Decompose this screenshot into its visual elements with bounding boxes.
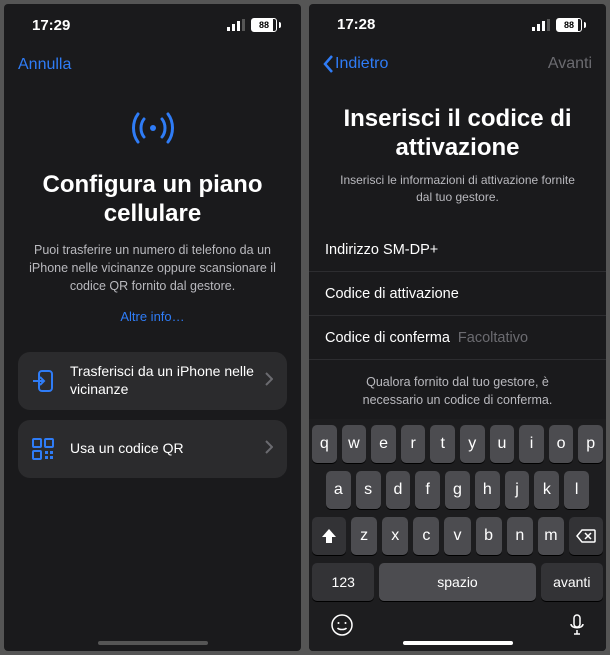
status-time: 17:28 (337, 16, 375, 33)
cellular-signal-icon (532, 19, 550, 31)
key-b[interactable]: b (476, 517, 502, 555)
chevron-right-icon (265, 372, 273, 389)
key-done[interactable]: avanti (541, 563, 603, 601)
page-title: Inserisci il codice di attivazione (309, 83, 606, 173)
page-subtitle: Inserisci le informazioni di attivazione… (309, 172, 606, 214)
chevron-left-icon (323, 55, 333, 73)
field-activation-code[interactable]: Codice di attivazione (309, 272, 606, 316)
emoji-icon (330, 613, 354, 637)
key-d[interactable]: d (386, 471, 411, 509)
form-footnote: Qualora fornito dal tuo gestore, è neces… (309, 360, 606, 419)
field-label: Codice di attivazione (325, 286, 459, 302)
field-placeholder: Facoltativo (458, 330, 528, 346)
key-a[interactable]: a (326, 471, 351, 509)
status-bar: 17:28 88 (309, 4, 606, 45)
option-transfer-from-iphone[interactable]: Trasferisci da un iPhone nelle vicinanze (18, 352, 287, 410)
shift-icon (321, 528, 337, 544)
key-t[interactable]: t (430, 425, 455, 463)
battery-icon: 88 (556, 18, 586, 32)
field-confirmation-code[interactable]: Codice di conferma Facoltativo (309, 316, 606, 360)
option-use-qr-code[interactable]: Usa un codice QR (18, 420, 287, 478)
status-time: 17:29 (32, 17, 70, 34)
key-o[interactable]: o (549, 425, 574, 463)
page-subtitle: Puoi trasferire un numero di telefono da… (22, 241, 283, 295)
more-info-link[interactable]: Altre info… (120, 309, 184, 324)
key-backspace[interactable] (569, 517, 603, 555)
key-m[interactable]: m (538, 517, 564, 555)
key-h[interactable]: h (475, 471, 500, 509)
option-label: Usa un codice QR (70, 440, 265, 458)
microphone-icon (569, 614, 585, 636)
chevron-right-icon (265, 440, 273, 457)
screen-configure-plan: 17:29 88 Annulla Configura un piano cell… (4, 4, 301, 651)
key-j[interactable]: j (505, 471, 530, 509)
key-c[interactable]: c (413, 517, 439, 555)
home-indicator[interactable] (98, 641, 208, 645)
home-indicator[interactable] (403, 641, 513, 645)
key-f[interactable]: f (415, 471, 440, 509)
key-r[interactable]: r (401, 425, 426, 463)
key-k[interactable]: k (534, 471, 559, 509)
emoji-button[interactable] (330, 613, 354, 643)
key-n[interactable]: n (507, 517, 533, 555)
key-numbers[interactable]: 123 (312, 563, 374, 601)
key-p[interactable]: p (578, 425, 603, 463)
transfer-icon (32, 369, 56, 393)
qr-code-icon (32, 438, 56, 460)
screen-enter-activation-code: 17:28 88 Indietro Avanti Inserisci il co… (309, 4, 606, 651)
backspace-icon (576, 529, 596, 543)
cancel-button[interactable]: Annulla (18, 56, 71, 74)
key-l[interactable]: l (564, 471, 589, 509)
battery-icon: 88 (251, 18, 281, 32)
cellular-antenna-icon (130, 108, 176, 153)
key-shift[interactable] (312, 517, 346, 555)
next-button[interactable]: Avanti (548, 55, 592, 73)
key-e[interactable]: e (371, 425, 396, 463)
page-title: Configura un piano cellulare (22, 171, 283, 229)
back-button[interactable]: Indietro (323, 55, 388, 73)
status-bar: 17:29 88 (4, 4, 301, 46)
cellular-signal-icon (227, 19, 245, 31)
key-s[interactable]: s (356, 471, 381, 509)
key-z[interactable]: z (351, 517, 377, 555)
key-g[interactable]: g (445, 471, 470, 509)
key-y[interactable]: y (460, 425, 485, 463)
key-i[interactable]: i (519, 425, 544, 463)
field-label: Codice di conferma (325, 330, 450, 346)
key-x[interactable]: x (382, 517, 408, 555)
nav-bar: Annulla (4, 46, 301, 84)
key-u[interactable]: u (490, 425, 515, 463)
key-v[interactable]: v (444, 517, 470, 555)
dictation-button[interactable] (569, 614, 585, 642)
ios-keyboard: q w e r t y u i o p a s d f g h j k l z (309, 419, 606, 651)
field-label: Indirizzo SM-DP+ (325, 242, 438, 258)
key-w[interactable]: w (342, 425, 367, 463)
nav-bar: Indietro Avanti (309, 45, 606, 82)
key-q[interactable]: q (312, 425, 337, 463)
field-smdp-address[interactable]: Indirizzo SM-DP+ (309, 228, 606, 272)
key-space[interactable]: spazio (379, 563, 535, 601)
option-label: Trasferisci da un iPhone nelle vicinanze (70, 363, 265, 398)
